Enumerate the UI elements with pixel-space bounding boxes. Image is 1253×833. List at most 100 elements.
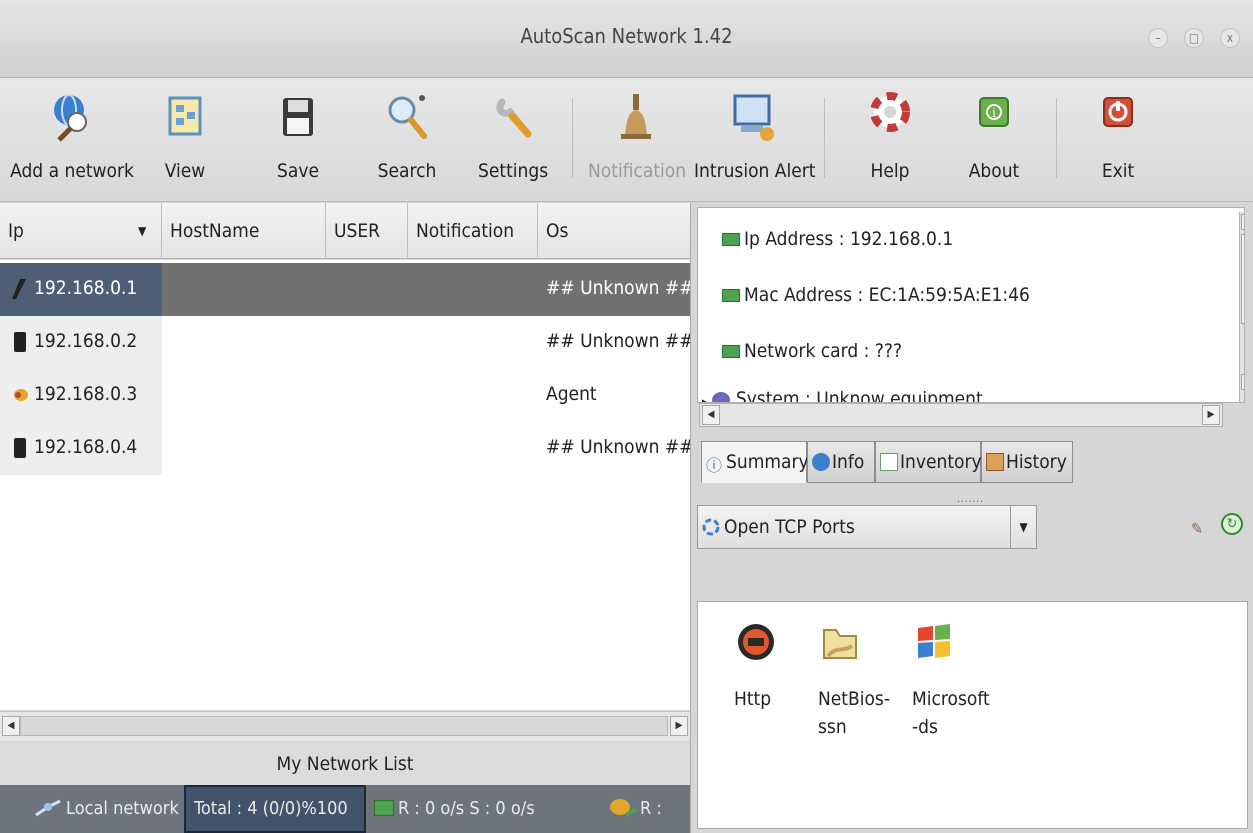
svg-text:i: i: [992, 106, 996, 120]
table-row[interactable]: 192.168.0.2 ## Unknown ##: [0, 316, 694, 369]
host-details-tree: Ip Address : 192.168.0.1 Mac Address : E…: [697, 207, 1245, 403]
column-ip[interactable]: Ip ▼: [0, 203, 162, 259]
scroll-left-icon[interactable]: ◀: [2, 716, 20, 736]
agent-status-icon: [610, 799, 638, 817]
host-ip: 192.168.0.4: [34, 436, 138, 458]
host-list-panel: Ip ▼ HostName USER Notification Os 192.1…: [0, 203, 694, 833]
dropdown-arrow-icon[interactable]: ▼: [1010, 506, 1036, 548]
scroll-thumb[interactable]: [1241, 234, 1244, 324]
add-network-button[interactable]: Add a network: [8, 78, 136, 202]
router-icon: [12, 279, 26, 299]
view-icon: [168, 96, 202, 136]
scroll-left-icon[interactable]: ◀: [702, 405, 720, 425]
column-user[interactable]: USER: [326, 203, 408, 259]
monitor-alert-icon: [733, 94, 774, 141]
table-row[interactable]: 192.168.0.1 ## Unknown ##: [0, 263, 694, 316]
close-button[interactable]: x: [1220, 28, 1240, 48]
host-os: ## Unknown ##: [546, 277, 694, 299]
save-button[interactable]: Save: [273, 78, 323, 202]
scroll-down-icon[interactable]: ▼: [1241, 374, 1244, 390]
settings-button[interactable]: Settings: [478, 78, 548, 202]
agent-icon: [14, 389, 28, 401]
total-hosts-label: Total : 4 (0/0)%100: [184, 785, 366, 833]
info-icon: ⓘ: [706, 456, 723, 475]
open-ports-view: Http NetBios-ssn Microsoft-ds: [697, 601, 1248, 829]
ip-cell: 192.168.0.2: [0, 316, 162, 369]
tree-item-system[interactable]: ▸ System : Unknow equipment: [702, 388, 983, 403]
port-item[interactable]: Http: [734, 616, 814, 713]
tab-label: Info: [832, 451, 865, 473]
notification-button[interactable]: Notification: [588, 78, 687, 202]
sort-down-icon: ▼: [138, 224, 147, 238]
device-icon: [14, 332, 26, 352]
exit-button[interactable]: Exit: [1090, 78, 1146, 202]
go-icon[interactable]: ↻: [1221, 513, 1243, 535]
column-notification[interactable]: Notification: [408, 203, 538, 259]
folder-icon: [823, 629, 857, 659]
network-card-icon: [722, 233, 740, 246]
about-label: About: [968, 160, 1020, 182]
system-icon: [712, 391, 731, 402]
exit-label: Exit: [1101, 160, 1135, 182]
info-circle-icon: [812, 453, 830, 471]
traffic-label: R : 0 o/s S : 0 o/s: [398, 798, 535, 819]
local-network-label: Local network: [66, 798, 179, 819]
tab-summary[interactable]: ⓘ Summary: [701, 441, 809, 483]
table-row[interactable]: 192.168.0.4 ## Unknown ##: [0, 422, 694, 475]
intrusion-alert-label: Intrusion Alert: [694, 160, 816, 182]
search-button[interactable]: Search: [372, 78, 442, 202]
tab-inventory[interactable]: Inventory: [875, 441, 982, 483]
help-button[interactable]: Help: [860, 78, 920, 202]
inventory-icon: [880, 453, 898, 471]
port-label: Http: [734, 688, 772, 710]
toolbar-separator: [824, 98, 825, 178]
minimize-button[interactable]: –: [1148, 28, 1168, 48]
maximize-button[interactable]: □: [1184, 28, 1204, 48]
http-icon: [738, 624, 774, 660]
tree-item-network-card[interactable]: Network card : ???: [722, 340, 902, 362]
vertical-scrollbar[interactable]: ▲ ▼: [1239, 212, 1244, 402]
tree-item-ip[interactable]: Ip Address : 192.168.0.1: [722, 228, 953, 250]
tab-history[interactable]: History: [981, 441, 1073, 483]
about-button[interactable]: i About: [964, 78, 1024, 202]
notification-label: Notification: [588, 160, 687, 182]
table-header: Ip ▼ HostName USER Notification Os: [0, 203, 690, 259]
column-hostname[interactable]: HostName: [162, 203, 326, 259]
wrench-icon: [496, 98, 532, 138]
network-icon: [35, 799, 61, 817]
tree-item-label: Mac Address : EC:1A:59:5A:E1:46: [744, 284, 1030, 306]
traffic-icon: [374, 800, 394, 816]
scroll-right-icon[interactable]: ▶: [1202, 405, 1220, 425]
ip-cell: 192.168.0.4: [0, 422, 162, 475]
eraser-icon[interactable]: ✎: [1191, 519, 1203, 538]
tab-label: Summary: [726, 451, 809, 473]
horizontal-scrollbar[interactable]: ◀ ▶: [0, 711, 690, 741]
port-label: Microsoft-ds: [912, 688, 990, 738]
ports-selector[interactable]: Open TCP Ports ▼: [697, 505, 1037, 549]
host-os: Agent: [546, 383, 597, 405]
scroll-track[interactable]: [20, 716, 668, 736]
history-icon: [986, 453, 1004, 471]
toolbar-separator: [572, 98, 573, 178]
network-card-icon: [722, 345, 740, 358]
column-os[interactable]: Os: [538, 203, 690, 259]
scroll-right-icon[interactable]: ▶: [670, 716, 688, 736]
tree-item-mac[interactable]: Mac Address : EC:1A:59:5A:E1:46: [722, 284, 1030, 306]
details-panel: Ip Address : 192.168.0.1 Mac Address : E…: [690, 203, 1253, 833]
intrusion-alert-button[interactable]: Intrusion Alert: [694, 78, 816, 202]
port-label: NetBios-ssn: [818, 688, 891, 738]
host-os: ## Unknown ##: [546, 436, 694, 458]
host-table-body: 192.168.0.1 ## Unknown ## 192.168.0.2 ##…: [0, 260, 694, 710]
tab-info[interactable]: Info: [807, 441, 875, 483]
tree-horizontal-scrollbar[interactable]: ◀ ▶: [699, 403, 1223, 427]
port-item[interactable]: Microsoft-ds: [912, 616, 992, 741]
ip-cell: 192.168.0.3: [0, 369, 162, 422]
scroll-up-icon[interactable]: ▲: [1241, 214, 1244, 230]
view-button[interactable]: View: [160, 78, 210, 202]
globe-icon: [54, 94, 87, 142]
tree-item-label: System : Unknow equipment: [735, 388, 983, 403]
device-icon: [14, 438, 26, 458]
table-row[interactable]: 192.168.0.3 Agent: [0, 369, 690, 422]
host-ip: 192.168.0.1: [34, 277, 138, 299]
port-item[interactable]: NetBios-ssn: [818, 616, 898, 741]
